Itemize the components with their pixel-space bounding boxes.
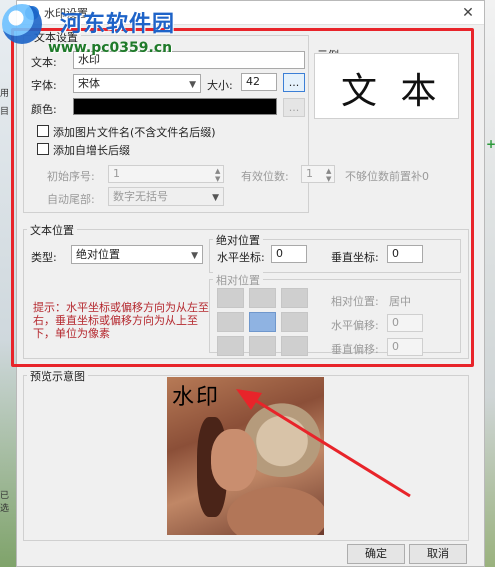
position-cell-middle-right[interactable] bbox=[281, 312, 308, 332]
preview-watermark-text: 水印 bbox=[172, 385, 221, 410]
preview-shoulder-shape bbox=[227, 487, 324, 535]
y-coord-input[interactable]: 0 bbox=[387, 245, 423, 263]
auto-suffix-value: 数字无括号 bbox=[113, 190, 168, 203]
position-type-select[interactable]: 绝对位置 ▼ bbox=[71, 245, 203, 264]
font-label: 字体: bbox=[31, 79, 57, 92]
position-cell-top-left[interactable] bbox=[217, 288, 244, 308]
init-seq-label: 初始序号: bbox=[47, 170, 95, 183]
chevron-down-icon: ▼ bbox=[191, 251, 198, 261]
position-cell-top-center[interactable] bbox=[249, 288, 276, 308]
add-filename-label: 添加图片文件名(不含文件名后缀) bbox=[53, 126, 216, 139]
text-settings-legend: 文本设置 bbox=[31, 29, 81, 45]
position-cell-bottom-left[interactable] bbox=[217, 336, 244, 356]
sample-preview-box: 文 本 A bbox=[314, 53, 459, 119]
add-increment-checkbox[interactable] bbox=[37, 143, 49, 155]
size-label: 大小: bbox=[207, 79, 233, 92]
sample-text: 文 本 A bbox=[341, 71, 458, 112]
spin-icon: ▲ ▼ bbox=[215, 167, 221, 183]
h-offset-label: 水平偏移: bbox=[331, 319, 379, 332]
chevron-down-icon: ▼ bbox=[212, 193, 219, 203]
preview-image: 水印 bbox=[167, 377, 324, 535]
position-cell-middle-left[interactable] bbox=[217, 312, 244, 332]
app-icon bbox=[25, 5, 39, 20]
v-offset-label: 垂直偏移: bbox=[331, 343, 379, 356]
preview-face-shape bbox=[211, 429, 257, 491]
pad-zero-label: 不够位数前置补0 bbox=[345, 170, 429, 183]
close-icon[interactable]: ✕ bbox=[460, 5, 476, 21]
auto-suffix-label: 自动尾部: bbox=[47, 193, 95, 206]
x-coord-label: 水平坐标: bbox=[217, 251, 265, 264]
watermark-settings-dialog: 水印设置 ✕ 文本设置 文本: 水印 字体: 宋体 ▼ 大小: 42 ... 颜… bbox=[16, 0, 485, 567]
valid-digits-label: 有效位数: bbox=[241, 170, 289, 183]
font-picker-button[interactable]: ... bbox=[283, 73, 305, 92]
auto-suffix-select[interactable]: 数字无括号 ▼ bbox=[108, 187, 224, 206]
ok-button[interactable]: 确定 bbox=[347, 544, 405, 564]
chevron-down-icon: ▼ bbox=[189, 80, 196, 90]
background-label: 目 bbox=[0, 107, 10, 117]
spin-icon: ▲ ▼ bbox=[326, 167, 332, 183]
position-cell-bottom-center[interactable] bbox=[249, 336, 276, 356]
font-select[interactable]: 宋体 ▼ bbox=[73, 74, 201, 93]
background-app-right: + bbox=[485, 0, 495, 567]
color-picker-button[interactable]: ... bbox=[283, 98, 305, 117]
position-type-value: 绝对位置 bbox=[76, 248, 120, 261]
text-input[interactable]: 水印 bbox=[73, 51, 305, 69]
position-cell-center[interactable] bbox=[249, 312, 276, 332]
font-select-value: 宋体 bbox=[78, 77, 100, 90]
text-position-legend: 文本位置 bbox=[27, 222, 77, 238]
background-label: 用 bbox=[0, 89, 10, 99]
v-offset-input[interactable]: 0 bbox=[387, 338, 423, 356]
background-label: 已选 bbox=[0, 491, 10, 514]
text-label: 文本: bbox=[31, 56, 57, 69]
h-offset-input[interactable]: 0 bbox=[387, 314, 423, 332]
window-title: 水印设置 bbox=[44, 6, 88, 20]
preview-legend: 预览示意图 bbox=[27, 368, 88, 384]
cancel-button[interactable]: 取消 bbox=[409, 544, 467, 564]
size-input[interactable]: 42 bbox=[241, 73, 277, 91]
plus-icon: + bbox=[486, 137, 495, 151]
absolute-position-legend: 绝对位置 bbox=[213, 232, 263, 248]
relative-position-label: 相对位置: bbox=[331, 295, 379, 308]
type-label: 类型: bbox=[31, 251, 57, 264]
title-bar: 水印设置 bbox=[17, 1, 484, 25]
y-coord-label: 垂直坐标: bbox=[331, 251, 379, 264]
position-hint-text: 提示：水平坐标或偏移方向为从左至右，垂直坐标或偏移方向为从上至下，单位为像素 bbox=[33, 301, 209, 340]
add-filename-checkbox[interactable] bbox=[37, 125, 49, 137]
color-swatch[interactable] bbox=[73, 98, 277, 115]
relative-position-legend: 相对位置 bbox=[213, 272, 263, 288]
color-label: 颜色: bbox=[31, 103, 57, 116]
init-seq-input[interactable]: 1 bbox=[108, 165, 224, 183]
position-cell-top-right[interactable] bbox=[281, 288, 308, 308]
add-increment-label: 添加自增长后缀 bbox=[53, 144, 130, 157]
relative-position-value: 居中 bbox=[389, 295, 411, 308]
x-coord-input[interactable]: 0 bbox=[271, 245, 307, 263]
background-app-left: 用 目 已选 bbox=[0, 0, 16, 567]
position-cell-bottom-right[interactable] bbox=[281, 336, 308, 356]
